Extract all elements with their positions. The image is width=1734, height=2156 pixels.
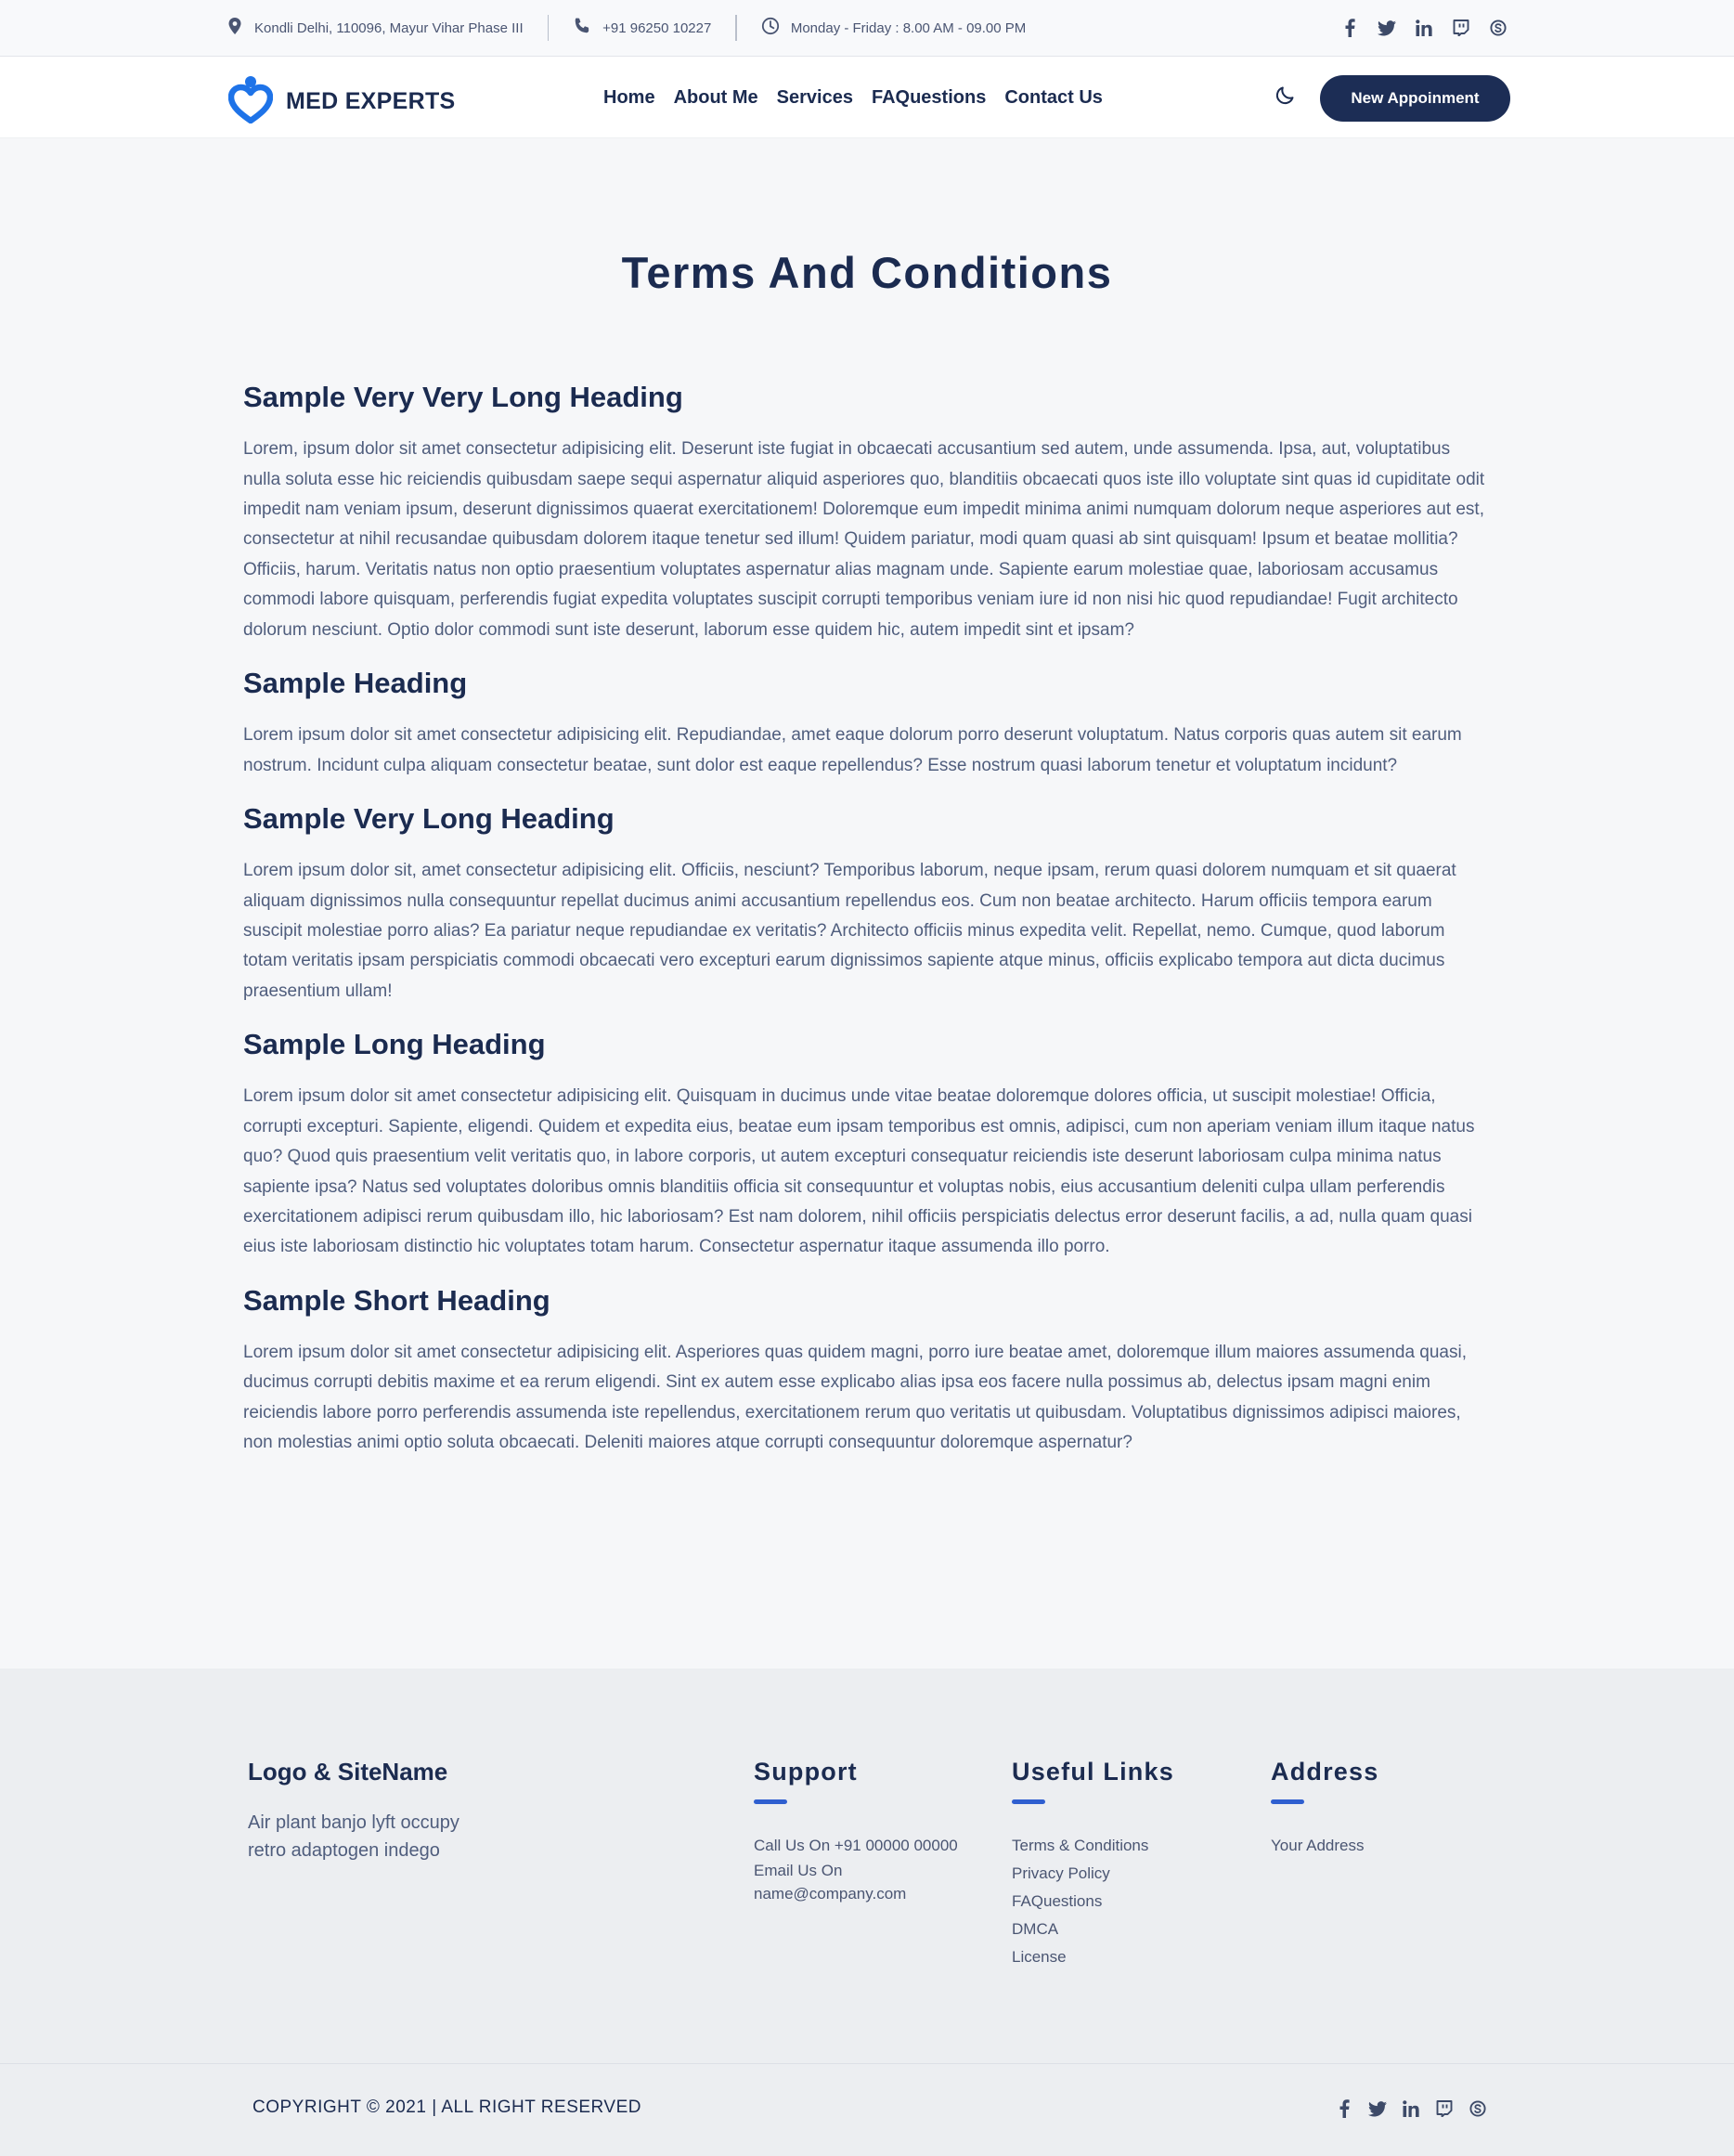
phone-icon: [573, 17, 602, 39]
address-text: Kondli Delhi, 110096, Mayur Vihar Phase …: [254, 19, 524, 36]
location-pin-icon: [226, 17, 254, 39]
footer-links-title: Useful Links: [1012, 1758, 1174, 1786]
footer-useful-links: Useful Links Terms & Conditions Privacy …: [1012, 1758, 1174, 1971]
nav-contact-us[interactable]: Contact Us: [1004, 87, 1103, 109]
phone-info: +91 96250 10227: [573, 17, 711, 39]
support-email-label: Email Us On: [754, 1862, 843, 1879]
skype-icon[interactable]: [1469, 2099, 1487, 2118]
footer-support-title: Support: [754, 1758, 858, 1786]
twitch-icon[interactable]: [1435, 2099, 1454, 2118]
nav-home[interactable]: Home: [603, 87, 655, 109]
address-text: Your Address: [1271, 1837, 1365, 1854]
nav-about-me[interactable]: About Me: [674, 87, 758, 109]
social-links: [1340, 19, 1508, 37]
main-content: Terms And Conditions Sample Very Very Lo…: [0, 138, 1734, 1669]
hours-info: Monday - Friday : 8.00 AM - 09.00 PM: [761, 17, 1026, 39]
skype-icon[interactable]: [1489, 19, 1508, 37]
support-email[interactable]: name@company.com: [754, 1882, 958, 1906]
section-body: Lorem, ipsum dolor sit amet consectetur …: [243, 439, 1485, 640]
nav-services[interactable]: Services: [777, 87, 853, 109]
section-heading: Sample Long Heading: [243, 1028, 546, 1061]
footer-link-license[interactable]: License: [1012, 1943, 1174, 1971]
theme-toggle-button[interactable]: [1274, 84, 1298, 109]
hours-text: Monday - Friday : 8.00 AM - 09.00 PM: [790, 19, 1027, 36]
linkedin-icon[interactable]: [1402, 2099, 1420, 2118]
section-heading: Sample Very Long Heading: [243, 802, 615, 836]
section-body: Lorem ipsum dolor sit amet consectetur a…: [243, 1343, 1467, 1453]
terms-section: Sample Very Very Long Heading Lorem, ips…: [243, 380, 1491, 645]
footer-bottom-bar: COPYRIGHT © 2021 | ALL RIGHT RESERVED: [0, 2063, 1734, 2156]
terms-section: Sample Short Heading Lorem ipsum dolor s…: [243, 1283, 1491, 1459]
phone-text: +91 96250 10227: [602, 19, 712, 36]
main-navbar: MED EXPERTS Home About Me Services FAQue…: [0, 57, 1734, 138]
nav-faquestions[interactable]: FAQuestions: [872, 87, 986, 109]
twitter-icon[interactable]: [1378, 19, 1396, 37]
address-info: Kondli Delhi, 110096, Mayur Vihar Phase …: [226, 17, 524, 39]
support-phone[interactable]: Call Us On +91 00000 00000: [754, 1832, 958, 1860]
page-title: Terms And Conditions: [621, 248, 1113, 297]
moon-icon: [1275, 84, 1296, 110]
clock-icon: [761, 17, 791, 39]
terms-section: Sample Heading Lorem ipsum dolor sit ame…: [243, 666, 1491, 781]
footer-support: Support Call Us On +91 00000 00000 Email…: [754, 1758, 958, 1906]
terms-section: Sample Very Long Heading Lorem ipsum dol…: [243, 801, 1491, 1007]
footer-link-terms[interactable]: Terms & Conditions: [1012, 1832, 1174, 1860]
divider: [547, 15, 550, 41]
section-body: Lorem ipsum dolor sit amet consectetur a…: [243, 725, 1462, 775]
footer-link-faq[interactable]: FAQuestions: [1012, 1888, 1174, 1916]
primary-nav: Home About Me Services FAQuestions Conta…: [603, 57, 1103, 138]
facebook-icon[interactable]: [1335, 2099, 1353, 2118]
footer-social-links: [1335, 2099, 1487, 2118]
site-footer: Logo & SiteName Air plant banjo lyft occ…: [0, 1669, 1734, 2063]
linkedin-icon[interactable]: [1415, 19, 1433, 37]
terms-section: Sample Long Heading Lorem ipsum dolor si…: [243, 1027, 1491, 1263]
top-info-bar: Kondli Delhi, 110096, Mayur Vihar Phase …: [0, 0, 1734, 57]
twitter-icon[interactable]: [1368, 2099, 1387, 2118]
footer-site-name: Logo & SiteName: [248, 1758, 448, 1786]
footer-link-privacy[interactable]: Privacy Policy: [1012, 1860, 1174, 1888]
section-heading: Sample Very Very Long Heading: [243, 381, 683, 413]
logo-text: MED EXPERTS: [286, 88, 456, 114]
footer-link-dmca[interactable]: DMCA: [1012, 1916, 1174, 1943]
footer-address: Address Your Address: [1271, 1758, 1378, 1860]
facebook-icon[interactable]: [1340, 19, 1359, 37]
divider: [735, 15, 737, 41]
footer-address-title: Address: [1271, 1758, 1379, 1786]
new-appointment-button[interactable]: New Appoinment: [1320, 75, 1510, 122]
title-underline: [1271, 1799, 1304, 1804]
title-underline: [1012, 1799, 1045, 1804]
footer-about-text: Air plant banjo lyft occupy retro adapto…: [248, 1812, 459, 1861]
copyright-text: COPYRIGHT © 2021 | ALL RIGHT RESERVED: [252, 2098, 641, 2117]
section-heading: Sample Heading: [243, 667, 468, 700]
section-body: Lorem ipsum dolor sit amet consectetur a…: [243, 1086, 1475, 1257]
heart-logo-icon: [227, 75, 274, 128]
title-underline: [754, 1799, 787, 1804]
section-heading: Sample Short Heading: [243, 1283, 550, 1317]
site-logo[interactable]: MED EXPERTS: [227, 75, 456, 128]
section-body: Lorem ipsum dolor sit, amet consectetur …: [243, 861, 1456, 1001]
terms-content: Sample Very Very Long Heading Lorem, ips…: [243, 380, 1491, 1479]
twitch-icon[interactable]: [1452, 19, 1470, 37]
footer-about: Logo & SiteName Air plant banjo lyft occ…: [248, 1758, 489, 1864]
